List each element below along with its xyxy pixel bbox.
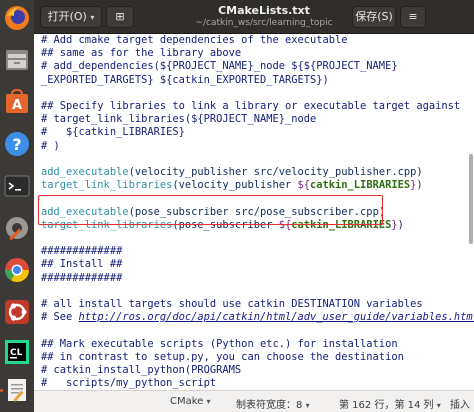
code-token: _EXPORTED_TARGETS} ${catkin_EXPORTED_TAR… <box>41 73 329 86</box>
code-line: # ${catkin_LIBRARIES} <box>41 126 185 139</box>
code-token: add_executable <box>41 166 129 178</box>
scrollbar-thumb[interactable] <box>469 154 473 244</box>
svg-text:?: ? <box>12 135 21 154</box>
pin-icon: ⊞ <box>115 10 125 23</box>
terminal-icon[interactable] <box>3 172 31 200</box>
code-line: ## Install ## <box>41 258 122 271</box>
chevron-down-icon: ▾ <box>305 401 310 410</box>
code-token: # all install targets should use catkin … <box>41 298 423 310</box>
code-line: _EXPORTED_TARGETS} ${catkin_EXPORTED_TAR… <box>41 74 329 87</box>
code-token: # target_link_libraries(${PROJECT_NAME}_… <box>41 113 317 126</box>
chevron-down-icon: ▾ <box>90 13 95 22</box>
code-token: catkin_LIBRARIES <box>310 179 411 192</box>
window-title: CMakeLists.txt <box>218 4 310 17</box>
code-token: ## Mark executable scripts (Python etc.)… <box>41 337 398 350</box>
status-bar: CMake ▾ 制表符宽度：8 ▾ 第 162 行，第 14 列 ▾ 插入 <box>34 390 474 412</box>
window-subtitle: ~/catkin_ws/src/learning_topic <box>195 18 333 28</box>
code-line: add_executable(velocity_publisher src/ve… <box>41 166 423 179</box>
code-line: ## same as for the library above <box>41 47 241 60</box>
tab-width-selector[interactable]: 制表符宽度：8 ▾ <box>236 396 310 411</box>
window-controls <box>430 6 468 28</box>
code-token: ## Specify libraries to link a library o… <box>41 100 461 112</box>
code-line: # add_dependencies(${PROJECT_NAME}_node … <box>41 60 398 73</box>
code-token: ## Install ## <box>41 258 123 271</box>
cursor-position[interactable]: 第 162 行，第 14 列 ▾ <box>339 396 441 411</box>
vertical-scrollbar[interactable] <box>467 34 474 390</box>
code-line: target_link_libraries(velocity_publisher… <box>41 179 423 192</box>
software-center-icon[interactable]: A <box>3 88 31 116</box>
open-button[interactable]: 打开(O) ▾ <box>40 6 102 28</box>
code-token: (velocity_publisher <box>172 179 298 192</box>
menu-button[interactable]: ≡ <box>400 6 426 28</box>
code-token: ${ <box>297 179 311 192</box>
code-token: (velocity_publisher src/velocity_publish… <box>128 166 423 178</box>
code-line: ## Mark executable scripts (Python etc.)… <box>41 338 398 351</box>
header-bar: 打开(O) ▾ ⊞ CMakeLists.txt ~/catkin_ws/src… <box>34 0 474 34</box>
code-token: ) <box>416 179 423 192</box>
code-token: ## in contrast to setup.py, you can choo… <box>41 350 404 363</box>
code-token: # scripts/my_python_script <box>41 377 217 390</box>
pin-button[interactable]: ⊞ <box>106 6 134 28</box>
files-icon[interactable] <box>3 46 31 74</box>
hamburger-menu-icon: ≡ <box>408 10 418 23</box>
code-token: ############# <box>41 271 123 284</box>
code-line: # See http://ros.org/doc/api/catkin/html… <box>41 311 474 324</box>
code-token: # catkin_install_python(PROGRAMS <box>41 364 242 376</box>
ubuntu-icon[interactable] <box>3 298 31 326</box>
tab-width-label: 制表符宽度：8 <box>236 400 303 411</box>
doc-link[interactable]: http://ros.org/doc/api/catkin/html/adv_u… <box>79 311 474 323</box>
code-token: # ) <box>41 139 60 152</box>
code-token: # Add cmake target dependencies of the e… <box>41 34 348 46</box>
highlight-annotation-box <box>38 195 383 225</box>
code-line: ## in contrast to setup.py, you can choo… <box>41 351 404 364</box>
code-line: # target_link_libraries(${PROJECT_NAME}_… <box>41 113 316 126</box>
code-token: # add_dependencies(${PROJECT_NAME}_node … <box>41 60 398 73</box>
chrome-icon[interactable] <box>3 256 31 284</box>
text-editor-icon[interactable] <box>3 376 31 404</box>
svg-text:A: A <box>12 98 22 113</box>
code-token: ) <box>397 218 404 231</box>
code-line: # Add cmake target dependencies of the e… <box>41 34 348 47</box>
code-line: ############# <box>41 245 122 258</box>
svg-text:CL: CL <box>10 348 23 358</box>
settings-icon[interactable] <box>3 214 31 242</box>
help-icon[interactable]: ? <box>3 130 31 158</box>
active-indicator <box>0 389 3 392</box>
code-line: # scripts/my_python_script <box>41 377 216 390</box>
cursor-position-label: 第 162 行，第 14 列 <box>339 400 434 411</box>
clion-icon[interactable]: CL <box>3 338 31 366</box>
language-label: CMake <box>170 396 204 407</box>
firefox-icon[interactable] <box>3 4 31 32</box>
code-token: # See <box>41 311 79 324</box>
code-line: ############# <box>41 272 122 285</box>
code-token: # ${catkin_LIBRARIES} <box>41 126 185 139</box>
save-button-label: 保存(S) <box>355 10 393 23</box>
open-button-label: 打开(O) <box>47 10 87 23</box>
code-line: # ) <box>41 140 60 153</box>
code-line: # all install targets should use catkin … <box>41 298 423 311</box>
save-button[interactable]: 保存(S) <box>352 6 396 28</box>
code-token: ############# <box>41 245 123 258</box>
code-line: ## Specify libraries to link a library o… <box>41 100 460 113</box>
code-line: # catkin_install_python(PROGRAMS <box>41 364 241 377</box>
code-token: target_link_libraries <box>41 179 173 192</box>
insert-mode: 插入 <box>450 400 470 411</box>
code-token: ## same as for the library above <box>41 47 242 60</box>
chevron-down-icon: ▾ <box>436 401 441 410</box>
language-selector[interactable]: CMake ▾ <box>170 396 211 407</box>
chevron-down-icon: ▾ <box>206 397 211 406</box>
launcher-dock: A ? CL <box>0 0 34 412</box>
